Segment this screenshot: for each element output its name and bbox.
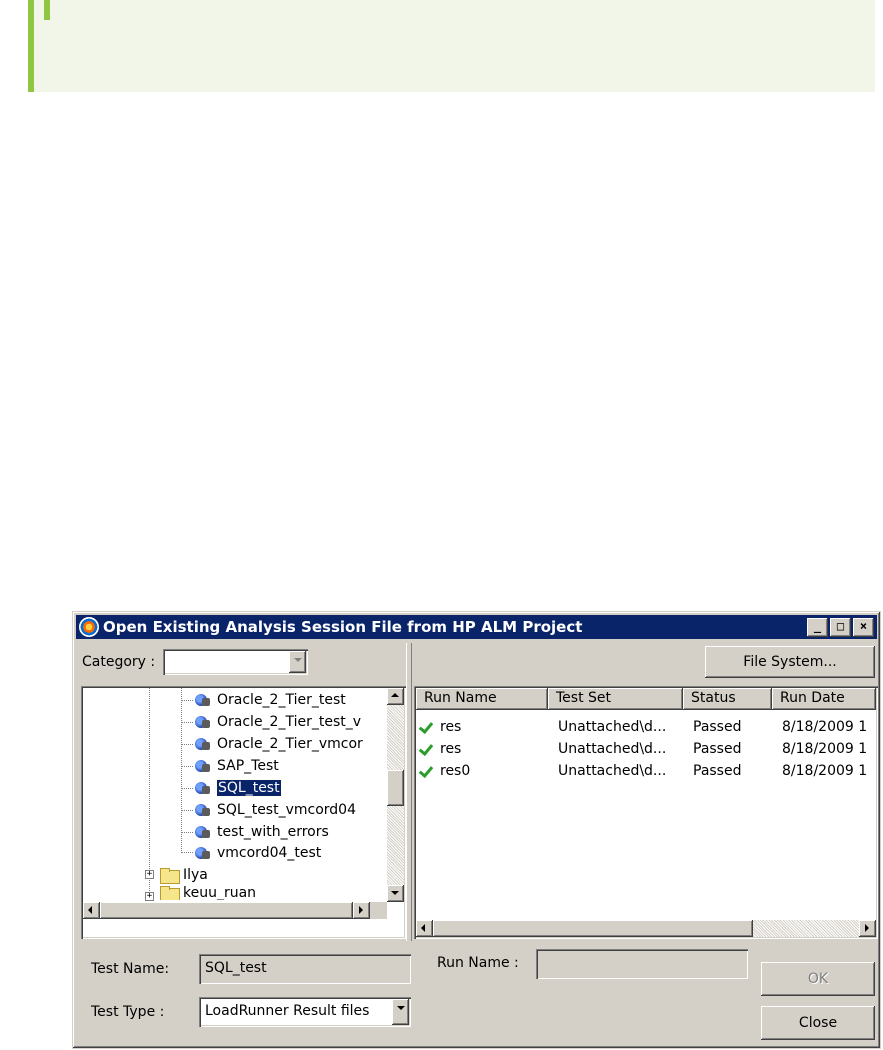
maximize-button[interactable]: □ bbox=[830, 618, 851, 637]
scroll-up-icon[interactable] bbox=[387, 688, 404, 705]
test-name-label: Test Name: bbox=[91, 961, 170, 977]
run-name-cell: res bbox=[440, 741, 462, 757]
tree-item-label: keuu_ruan bbox=[183, 886, 257, 900]
passed-check-icon bbox=[420, 718, 434, 732]
minimize-button[interactable]: _ bbox=[807, 618, 828, 637]
note-banner bbox=[28, 0, 875, 92]
tree-guide-line bbox=[181, 686, 182, 851]
tree-item-label: SQL_test bbox=[216, 779, 282, 797]
expand-icon[interactable]: + bbox=[145, 892, 154, 901]
test-script-icon bbox=[193, 758, 213, 774]
scroll-left-icon[interactable] bbox=[83, 902, 100, 919]
close-button[interactable]: Close bbox=[761, 1006, 875, 1040]
run-name-label: Run Name : bbox=[437, 955, 519, 971]
test-script-icon bbox=[193, 692, 213, 708]
run-date-cell: 8/18/2009 1 bbox=[782, 741, 868, 757]
run-name-field[interactable] bbox=[536, 949, 748, 979]
tree-item[interactable]: Oracle_2_Tier_test bbox=[193, 689, 346, 711]
ok-button[interactable]: OK bbox=[761, 962, 875, 996]
expand-icon[interactable]: + bbox=[145, 870, 154, 879]
category-dropdown-arrow-icon[interactable] bbox=[289, 651, 306, 673]
tree-connector bbox=[181, 788, 193, 789]
folder-icon bbox=[159, 867, 180, 884]
status-cell: Passed bbox=[693, 719, 742, 735]
tree-item[interactable]: Oracle_2_Tier_test_v bbox=[193, 711, 361, 733]
test-set-cell: Unattached\d... bbox=[558, 741, 667, 757]
tree-item-label: Oracle_2_Tier_test_v bbox=[217, 714, 362, 730]
tree-connector bbox=[181, 852, 193, 853]
tree-item-label: Ilya bbox=[183, 867, 208, 883]
tree-item[interactable]: test_with_errors bbox=[193, 821, 329, 843]
test-script-icon bbox=[193, 780, 213, 796]
test-set-cell: Unattached\d... bbox=[558, 763, 667, 779]
test-name-field: SQL_test bbox=[199, 954, 411, 984]
window-controls: _ □ × bbox=[807, 618, 874, 637]
dialog-title: Open Existing Analysis Session File from… bbox=[103, 618, 583, 636]
tree-item-label: vmcord04_test bbox=[217, 845, 322, 861]
test-type-value: LoadRunner Result files bbox=[205, 1003, 370, 1019]
tree-connector bbox=[181, 766, 193, 767]
tree-item[interactable]: SQL_test_vmcord04 bbox=[193, 799, 356, 821]
test-tree[interactable]: Oracle_2_Tier_test Oracle_2_Tier_test_v … bbox=[81, 686, 406, 939]
open-session-dialog: Open Existing Analysis Session File from… bbox=[72, 611, 881, 1049]
scroll-right-icon[interactable] bbox=[353, 902, 370, 919]
run-name-cell: res0 bbox=[440, 763, 471, 779]
tree-connector bbox=[181, 722, 193, 723]
note-accent-tab bbox=[44, 0, 50, 20]
run-date-cell: 8/18/2009 1 bbox=[782, 719, 868, 735]
test-script-icon bbox=[193, 845, 213, 861]
passed-check-icon bbox=[420, 762, 434, 776]
tree-connector bbox=[181, 810, 193, 811]
tree-scroll-thumb[interactable] bbox=[387, 770, 404, 806]
file-system-button[interactable]: File System... bbox=[705, 646, 875, 678]
scroll-right-icon[interactable] bbox=[859, 920, 876, 937]
pane-splitter[interactable] bbox=[406, 643, 412, 941]
status-cell: Passed bbox=[693, 741, 742, 757]
test-name-value: SQL_test bbox=[205, 960, 267, 976]
runs-table[interactable]: Run Name Test Set Status Run Date res Un… bbox=[414, 686, 878, 939]
close-window-button[interactable]: × bbox=[853, 618, 874, 637]
tree-item[interactable]: vmcord04_test bbox=[193, 842, 321, 864]
tree-connector bbox=[181, 832, 193, 833]
runs-hscroll-thumb[interactable] bbox=[433, 920, 753, 937]
test-script-icon bbox=[193, 714, 213, 730]
test-type-dropdown[interactable]: LoadRunner Result files bbox=[199, 997, 411, 1027]
tree-item-label: SAP_Test bbox=[217, 758, 279, 774]
tree-connector bbox=[181, 744, 193, 745]
tree-item-label: test_with_errors bbox=[217, 824, 329, 840]
test-type-dropdown-arrow-icon[interactable] bbox=[392, 999, 409, 1025]
tree-item[interactable]: Oracle_2_Tier_vmcor bbox=[193, 733, 363, 755]
tree-item-label: Oracle_2_Tier_test bbox=[217, 692, 346, 708]
scroll-down-icon[interactable] bbox=[387, 885, 404, 902]
test-set-cell: Unattached\d... bbox=[558, 719, 667, 735]
category-label: Category : bbox=[82, 654, 156, 670]
test-type-label: Test Type : bbox=[91, 1004, 165, 1020]
hp-alm-app-icon bbox=[79, 617, 99, 637]
tree-item-selected[interactable]: SQL_test bbox=[193, 777, 282, 799]
tree-item-label: Oracle_2_Tier_vmcor bbox=[217, 736, 363, 752]
tree-folder[interactable]: Ilya bbox=[159, 864, 208, 886]
folder-icon bbox=[159, 886, 180, 900]
run-name-cell: res bbox=[440, 719, 462, 735]
scroll-left-icon[interactable] bbox=[416, 920, 433, 937]
test-script-icon bbox=[193, 824, 213, 840]
run-date-cell: 8/18/2009 1 bbox=[782, 763, 868, 779]
title-bar[interactable]: Open Existing Analysis Session File from… bbox=[76, 615, 877, 639]
tree-item[interactable]: SAP_Test bbox=[193, 755, 279, 777]
test-script-icon bbox=[193, 802, 213, 818]
category-dropdown[interactable] bbox=[163, 649, 308, 675]
tree-folder[interactable]: keuu_ruan bbox=[159, 886, 256, 900]
column-header-status[interactable]: Status bbox=[683, 688, 772, 710]
tree-hscroll-thumb[interactable] bbox=[100, 902, 353, 919]
status-cell: Passed bbox=[693, 763, 742, 779]
column-header-test-set[interactable]: Test Set bbox=[548, 688, 683, 710]
tree-connector bbox=[181, 700, 193, 701]
column-header-run-date[interactable]: Run Date bbox=[772, 688, 876, 710]
passed-check-icon bbox=[420, 740, 434, 754]
column-header-run-name[interactable]: Run Name bbox=[416, 688, 548, 710]
tree-item-label: SQL_test_vmcord04 bbox=[217, 802, 356, 818]
test-script-icon bbox=[193, 736, 213, 752]
